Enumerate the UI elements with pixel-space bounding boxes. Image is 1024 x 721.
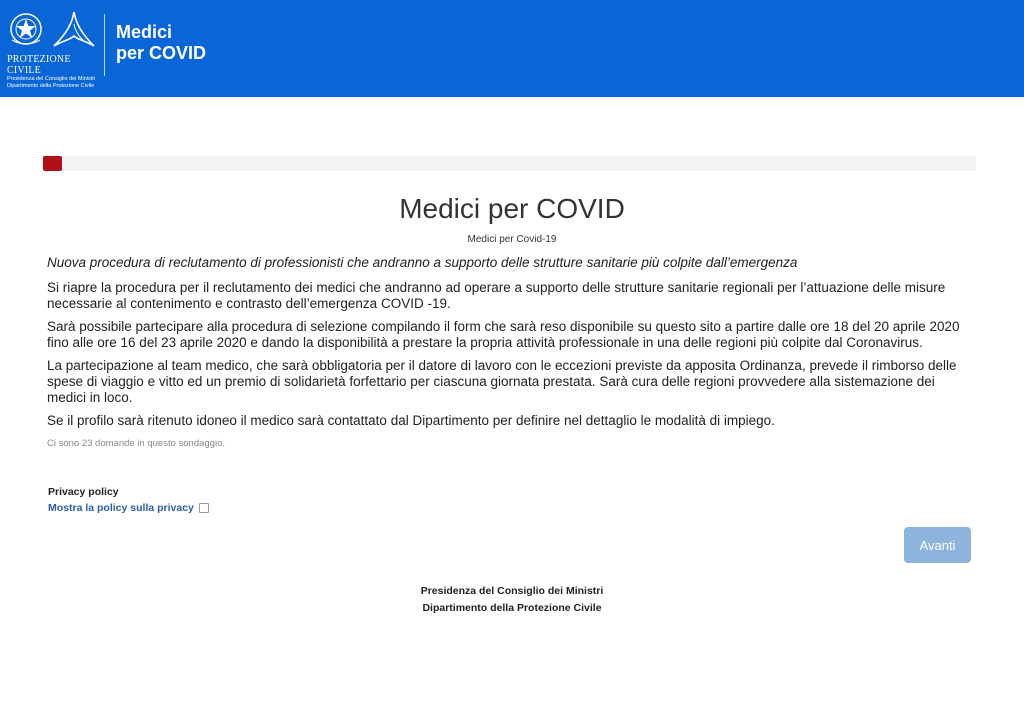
next-button[interactable]: Avanti <box>904 527 971 563</box>
description-paragraph-3: La partecipazione al team medico, che sa… <box>47 358 957 405</box>
page-footer: Presidenza del Consiglio dei Ministri Di… <box>0 583 1024 617</box>
logo-divider <box>104 14 105 76</box>
privacy-section: Privacy policy Mostra la policy sulla pr… <box>48 486 209 514</box>
description-paragraph-1: Si riapre la procedura per il reclutamen… <box>47 280 946 311</box>
question-count: Ci sono 23 domande in questo sondaggio. <box>47 438 225 449</box>
footer-line-2: Dipartimento della Protezione Civile <box>422 602 602 614</box>
survey-intro: Nuova procedura di reclutamento di profe… <box>47 255 798 270</box>
brand-line-2: per COVID <box>116 43 207 63</box>
brand-title[interactable]: Medici per COVID <box>116 22 206 64</box>
logo-sub2: Dipartimento della Protezione Civile <box>7 83 95 89</box>
footer-line-1: Presidenza del Consiglio dei Ministri <box>420 585 604 597</box>
privacy-checkbox[interactable] <box>198 503 209 514</box>
site-header: PROTEZIONE CIVILE Presidenza del Consigl… <box>0 0 1024 97</box>
privacy-toggle-row: Mostra la policy sulla privacy <box>48 502 209 514</box>
survey-title: Medici per COVID <box>399 193 625 224</box>
privacy-heading: Privacy policy <box>48 486 119 498</box>
show-privacy-policy-link[interactable]: Mostra la policy sulla privacy <box>48 502 194 514</box>
description-paragraph-2: Sarà possibile partecipare alla procedur… <box>47 319 960 350</box>
logo-sub1: Presidenza del Consiglio dei Ministri <box>7 76 96 82</box>
description-paragraph-4: Se il profilo sarà ritenuto idoneo il me… <box>47 413 775 428</box>
brand-line-1: Medici <box>116 22 173 42</box>
logo-text: PROTEZIONE CIVILE Presidenza del Consigl… <box>7 54 107 90</box>
survey-progress-bar <box>43 156 976 171</box>
protezione-civile-star-icon <box>53 11 95 47</box>
survey-progress-fill <box>43 156 62 171</box>
survey-subtitle: Medici per Covid-19 <box>467 234 557 245</box>
italian-emblem-icon <box>10 13 42 45</box>
logo-org-name: PROTEZIONE CIVILE <box>7 54 71 76</box>
survey-description: Nuova procedura di reclutamento di profe… <box>47 255 977 459</box>
